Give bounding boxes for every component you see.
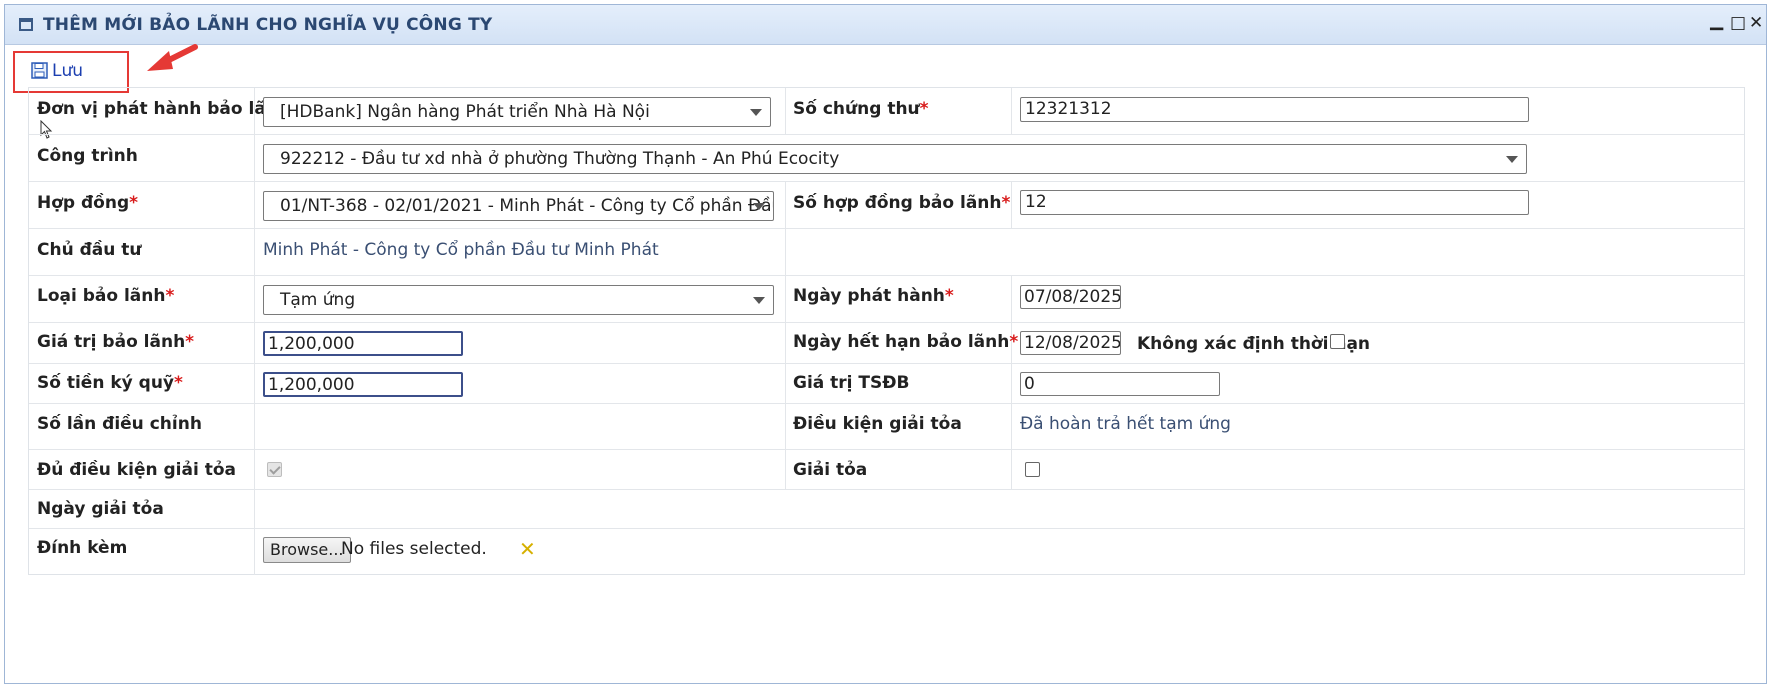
form-row: Số tiền ký quỹ* 1,200,000 Giá trị TSĐB 0 — [29, 364, 1744, 404]
issue-date-label: Ngày phát hành* — [793, 286, 954, 306]
guarantee-type-label: Loại bảo lãnh* — [37, 286, 175, 306]
save-button-label: Lưu — [52, 61, 84, 81]
eligible-release-label: Đủ điều kiện giải tỏa — [37, 460, 236, 480]
release-condition-value: Đã hoàn trả hết tạm ứng — [1020, 414, 1231, 434]
form-row: Chủ đầu tư Minh Phát - Công ty Cổ phần Đ… — [29, 229, 1744, 276]
guarantee-value-label: Giá trị bảo lãnh* — [37, 332, 195, 352]
release-label: Giải tỏa — [793, 460, 868, 480]
release-checkbox[interactable] — [1025, 462, 1040, 477]
project-select[interactable]: 922212 - Đầu tư xd nhà ở phường Thường T… — [263, 144, 1527, 174]
close-icon[interactable]: ✕ — [1749, 13, 1763, 33]
issue-date-input[interactable]: 07/08/2025 — [1020, 285, 1121, 309]
contract-label: Hợp đồng* — [37, 193, 139, 213]
certificate-no-input[interactable]: 12321312 — [1020, 97, 1529, 122]
issuer-select[interactable]: [HDBank] Ngân hàng Phát triển Nhà Hà Nội — [263, 97, 771, 127]
attachment-label: Đính kèm — [37, 538, 128, 558]
deposit-label: Số tiền ký quỹ* — [37, 373, 183, 393]
chevron-down-icon — [753, 297, 765, 304]
eligible-release-checkbox — [267, 462, 282, 477]
dialog-title: THÊM MỚI BẢO LÃNH CHO NGHĨA VỤ CÔNG TY — [43, 15, 493, 35]
guarantee-type-select[interactable]: Tạm ứng — [263, 285, 774, 315]
expiry-date-input[interactable]: 12/08/2025 — [1020, 331, 1121, 355]
guarantee-contract-no-label: Số hợp đồng bảo lãnh* — [793, 193, 1011, 213]
form-row: Hợp đồng* 01/NT-368 - 02/01/2021 - Minh … — [29, 182, 1744, 229]
form-row: Loại bảo lãnh* Tạm ứng Ngày phát hành* 0… — [29, 276, 1744, 323]
issuer-label: Đơn vị phát hành bảo lãnh* — [37, 99, 299, 119]
floppy-disk-icon — [31, 62, 48, 79]
form-row: Đơn vị phát hành bảo lãnh* [HDBank] Ngân… — [29, 88, 1744, 135]
chevron-down-icon — [753, 203, 765, 210]
indefinite-checkbox[interactable] — [1330, 334, 1345, 349]
clear-file-icon[interactable]: ✕ — [519, 537, 536, 561]
form-row: Giá trị bảo lãnh* 1,200,000 Ngày hết hạn… — [29, 323, 1744, 364]
file-status: No files selected. — [341, 539, 487, 559]
guarantee-form: Đơn vị phát hành bảo lãnh* [HDBank] Ngân… — [28, 87, 1745, 575]
chevron-down-icon — [750, 109, 762, 116]
form-row: Ngày giải tỏa — [29, 490, 1744, 529]
certificate-no-label: Số chứng thư* — [793, 99, 929, 119]
investor-label: Chủ đầu tư — [37, 240, 142, 260]
guarantee-value-input[interactable]: 1,200,000 — [263, 331, 463, 356]
form-row: Đủ điều kiện giải tỏa Giải tỏa — [29, 450, 1744, 490]
guarantee-contract-no-input[interactable]: 12 — [1020, 190, 1529, 215]
contract-select[interactable]: 01/NT-368 - 02/01/2021 - Minh Phát - Côn… — [263, 191, 774, 221]
collateral-value-label: Giá trị TSĐB — [793, 373, 910, 393]
expiry-date-label: Ngày hết hạn bảo lãnh* — [793, 332, 1019, 352]
save-button[interactable]: Lưu — [31, 61, 83, 81]
release-condition-label: Điều kiện giải tỏa — [793, 414, 962, 434]
annotation-arrow-icon — [147, 44, 198, 71]
title-bar: THÊM MỚI BẢO LÃNH CHO NGHĨA VỤ CÔNG TY ▁… — [5, 5, 1766, 45]
maximize-icon[interactable]: □ — [1730, 13, 1746, 33]
deposit-input[interactable]: 1,200,000 — [263, 372, 463, 397]
adjust-count-label: Số lần điều chỉnh — [37, 414, 202, 434]
release-date-label: Ngày giải tỏa — [37, 499, 164, 519]
collateral-value-input[interactable]: 0 — [1020, 372, 1220, 396]
minimize-icon[interactable]: ▁ — [1710, 11, 1723, 31]
project-label: Công trình — [37, 146, 138, 166]
form-row: Đính kèm Browse... No files selected. ✕ — [29, 529, 1744, 575]
investor-value: Minh Phát - Công ty Cổ phần Đầu tư Minh … — [263, 240, 659, 260]
window-icon — [19, 18, 33, 31]
form-row: Số lần điều chỉnh Điều kiện giải tỏa Đã … — [29, 404, 1744, 450]
dialog-window: THÊM MỚI BẢO LÃNH CHO NGHĨA VỤ CÔNG TY ▁… — [4, 4, 1767, 684]
form-row: Công trình 922212 - Đầu tư xd nhà ở phườ… — [29, 135, 1744, 182]
chevron-down-icon — [1506, 156, 1518, 163]
browse-button[interactable]: Browse... — [263, 537, 351, 563]
